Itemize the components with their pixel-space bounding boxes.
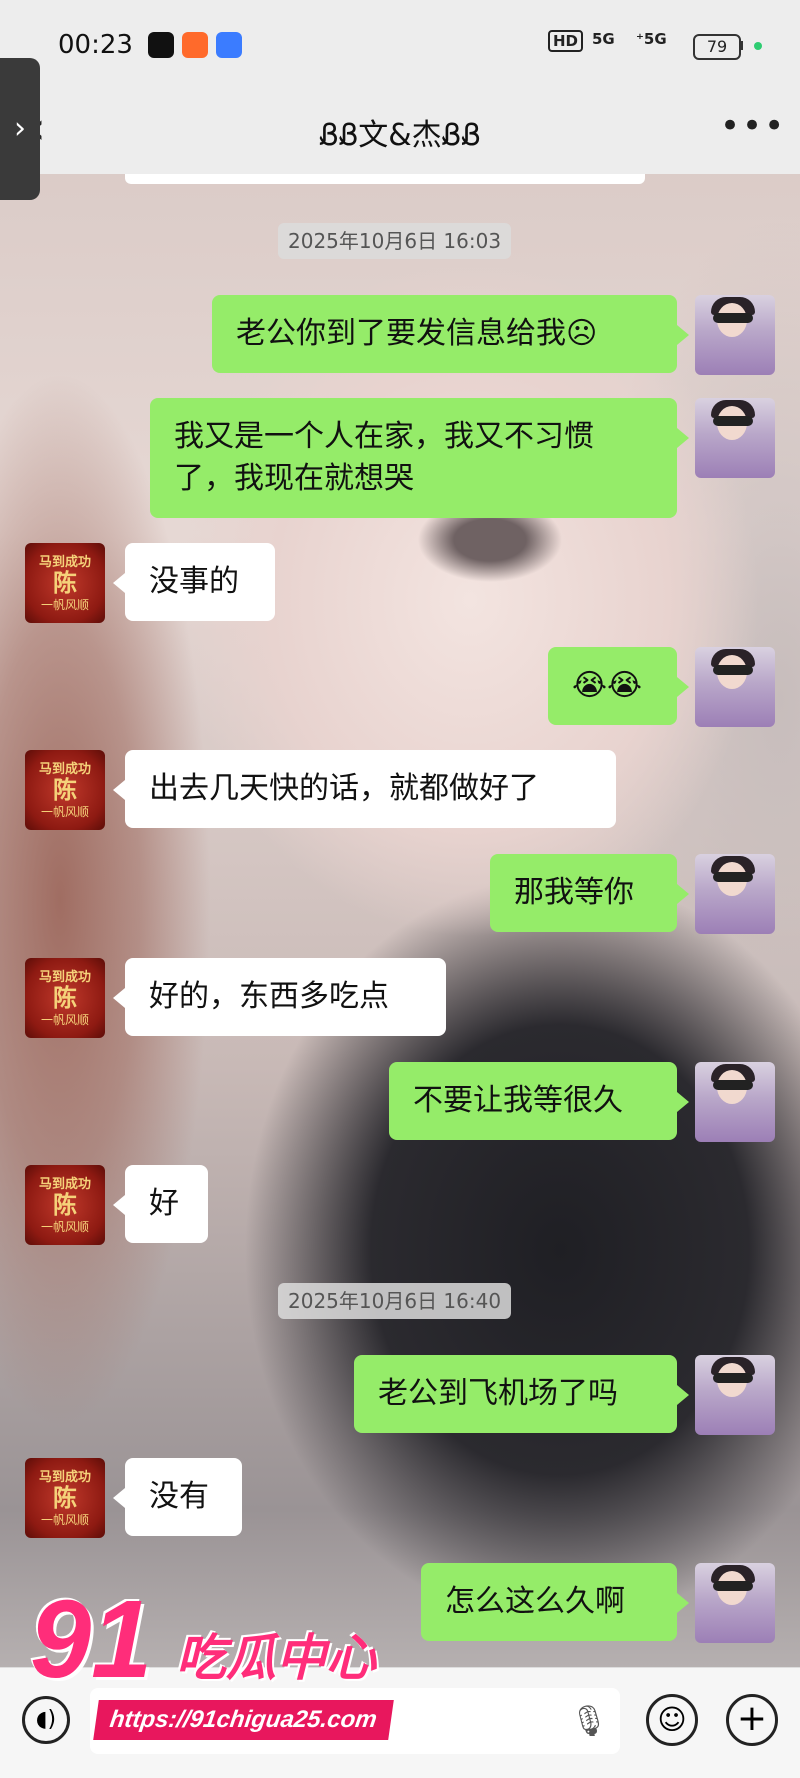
message-bubble-sent[interactable]: 我又是一个人在家，我又不习惯了，我现在就想哭 xyxy=(150,398,689,518)
watermark-text: 吃瓜中心 xyxy=(176,1629,376,1687)
side-panel-handle[interactable]: › xyxy=(0,58,40,200)
status-time: 00:23 xyxy=(58,30,133,60)
chat-header: ‹ ᏰᏰ文&杰ᏰᏰ ••• xyxy=(0,92,800,174)
previous-message-bubble xyxy=(125,174,645,184)
contact-avatar[interactable]: 马到成功陈一帆风顺 xyxy=(25,958,105,1038)
my-avatar[interactable] xyxy=(695,647,775,727)
more-dots-icon[interactable]: ••• xyxy=(720,106,786,146)
status-bar: 00:23 HD 5G ⁺5G 79 xyxy=(0,0,800,92)
battery-level: 79 xyxy=(693,34,741,60)
my-avatar[interactable] xyxy=(695,295,775,375)
contact-avatar[interactable]: 马到成功陈一帆风顺 xyxy=(25,1165,105,1245)
message-bubble-sent[interactable]: 😭😭 xyxy=(548,647,689,725)
my-avatar[interactable] xyxy=(695,1062,775,1142)
contact-avatar[interactable]: 马到成功陈一帆风顺 xyxy=(25,1458,105,1538)
charging-dot xyxy=(754,42,762,50)
my-avatar[interactable] xyxy=(695,398,775,478)
message-bubble-received[interactable]: 好 xyxy=(113,1165,208,1243)
message-bubble-received[interactable]: 好的，东西多吃点 xyxy=(113,958,446,1036)
tiktok-icon xyxy=(148,32,174,58)
watermark-logo: 91 xyxy=(30,1578,153,1701)
hd-badge: HD xyxy=(548,30,584,52)
emoji-icon[interactable]: ☺ xyxy=(646,1694,698,1746)
message-bubble-received[interactable]: 没事的 xyxy=(113,543,275,621)
baidu-icon xyxy=(216,32,242,58)
my-avatar[interactable] xyxy=(695,1563,775,1643)
message-bubble-sent[interactable]: 不要让我等很久 xyxy=(389,1062,689,1140)
message-bubble-sent[interactable]: 老公你到了要发信息给我☹ xyxy=(212,295,689,373)
timestamp: 2025年10月6日 16:03 xyxy=(278,223,512,259)
plus-icon[interactable]: + xyxy=(726,1694,778,1746)
app-notification-icon xyxy=(182,32,208,58)
voice-icon[interactable]: ◖) xyxy=(22,1696,70,1744)
my-avatar[interactable] xyxy=(695,854,775,934)
message-bubble-sent[interactable]: 老公到飞机场了吗 xyxy=(354,1355,689,1433)
signal-1-icon: 5G xyxy=(592,30,615,48)
message-bubble-sent[interactable]: 那我等你 xyxy=(490,854,689,932)
signal-2-icon: ⁺5G xyxy=(636,30,667,48)
message-bubble-received[interactable]: 没有 xyxy=(113,1458,242,1536)
watermark-url: https://91chigua25.com xyxy=(93,1700,394,1740)
my-avatar[interactable] xyxy=(695,1355,775,1435)
message-bubble-sent[interactable]: 怎么这么久啊 xyxy=(421,1563,689,1641)
contact-avatar[interactable]: 马到成功陈一帆风顺 xyxy=(25,543,105,623)
chat-title: ᏰᏰ文&杰ᏰᏰ xyxy=(319,118,481,153)
contact-avatar[interactable]: 马到成功陈一帆风顺 xyxy=(25,750,105,830)
timestamp: 2025年10月6日 16:40 xyxy=(278,1283,512,1319)
message-bubble-received[interactable]: 出去几天快的话，就都做好了 xyxy=(113,750,616,828)
battery-icon xyxy=(740,41,743,50)
microphone-icon[interactable]: 🎙 xyxy=(570,1704,608,1739)
